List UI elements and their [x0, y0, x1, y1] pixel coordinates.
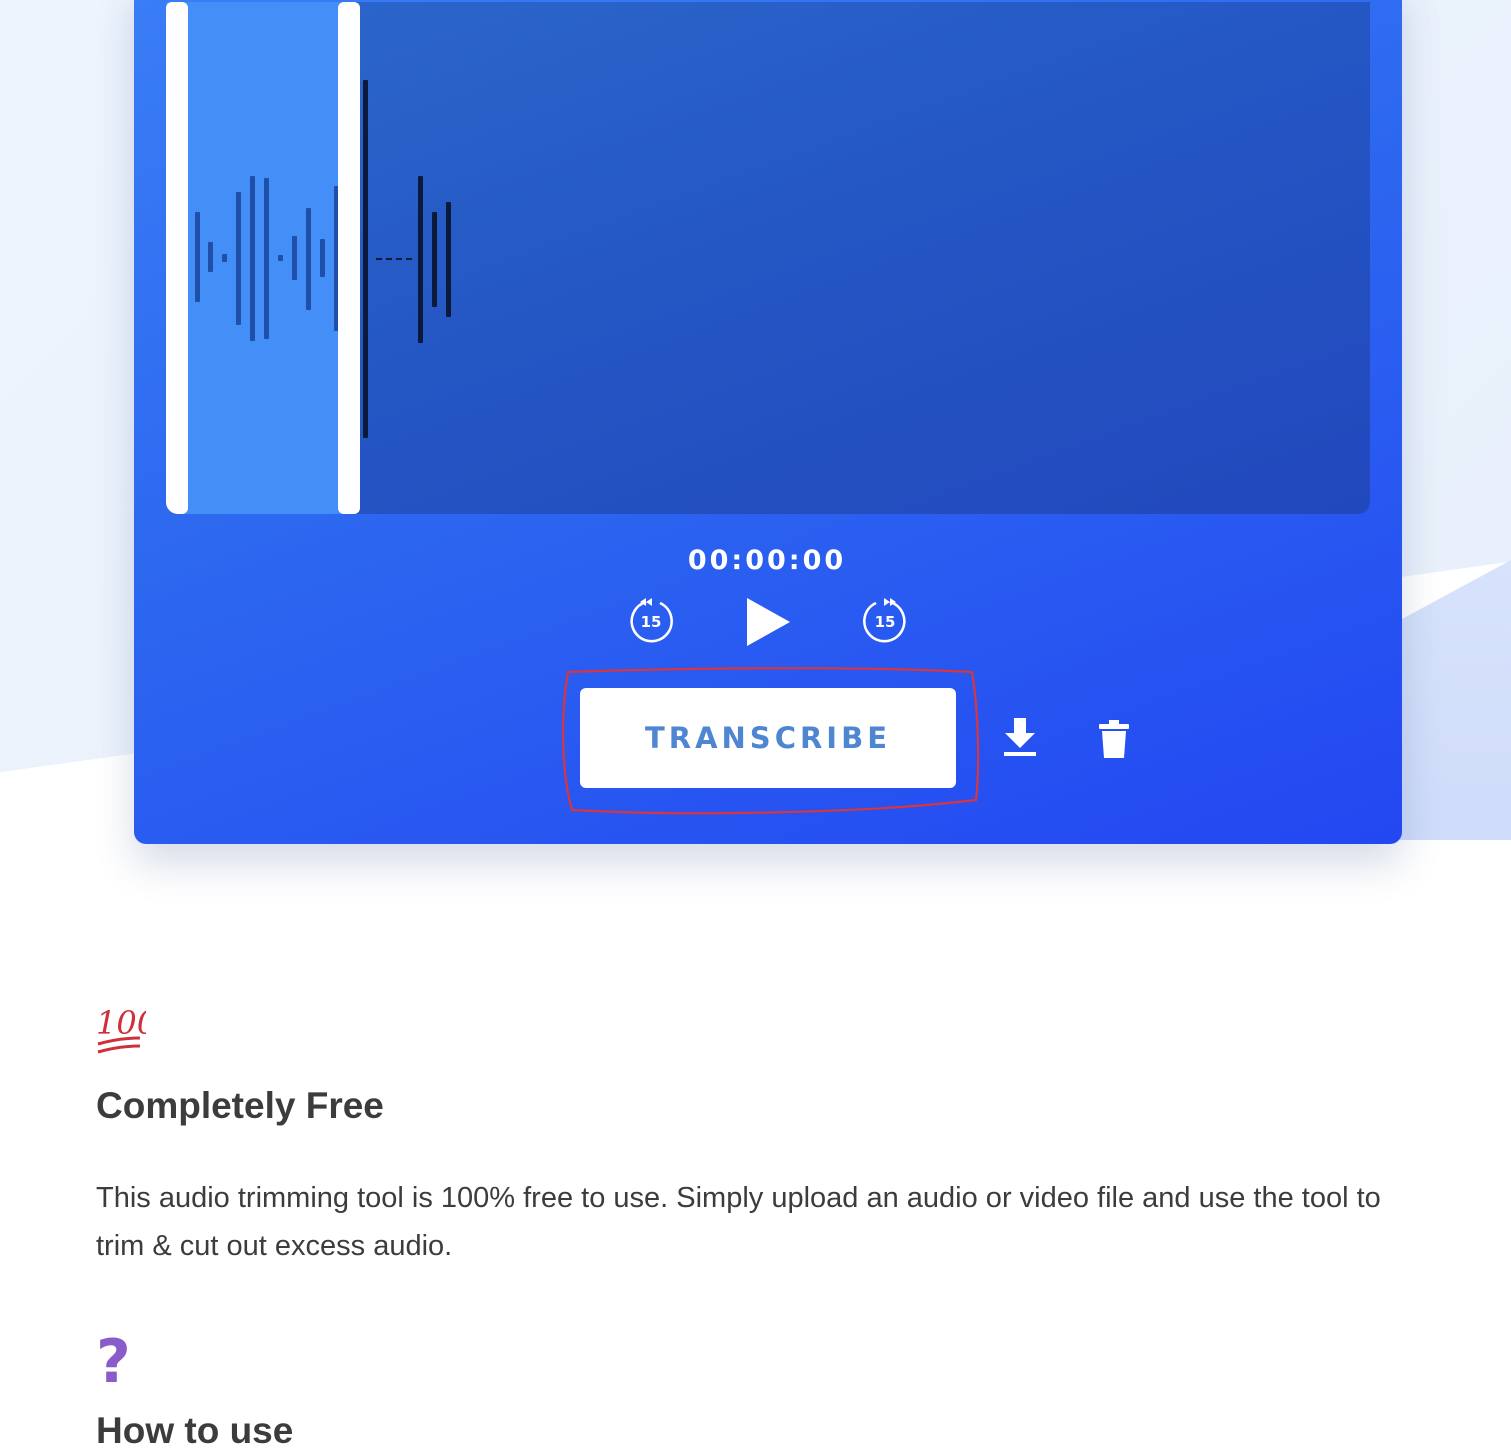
svg-text:100: 100	[96, 1004, 146, 1042]
rewind-15-button[interactable]: 15	[624, 594, 678, 648]
waveform-silence	[376, 258, 412, 260]
waveform-panel[interactable]	[166, 2, 1370, 514]
waveform-bar	[195, 212, 200, 302]
waveform-bar	[418, 176, 423, 343]
trim-end-handle[interactable]	[338, 2, 360, 514]
hundred-points-icon: 100	[96, 1004, 146, 1054]
delete-button[interactable]	[1098, 718, 1130, 760]
waveform-bar	[292, 236, 297, 280]
waveform-bar	[306, 208, 311, 310]
waveform-bar	[208, 242, 213, 272]
download-button[interactable]	[1002, 716, 1038, 760]
trash-icon	[1099, 720, 1129, 758]
waveform-bar	[320, 239, 325, 277]
waveform-bar	[446, 202, 451, 317]
play-icon	[747, 598, 790, 646]
waveform-bar	[236, 192, 241, 325]
question-mark-icon: ?	[96, 1330, 131, 1386]
waveform-bar	[432, 212, 437, 307]
feature-title: How to use	[96, 1410, 294, 1451]
transcribe-button[interactable]: TRANSCRIBE	[580, 688, 956, 788]
play-button[interactable]	[742, 596, 794, 648]
forward-icon: 15	[863, 598, 906, 643]
feature-title: Completely Free	[96, 1085, 384, 1126]
rewind-seconds: 15	[641, 613, 662, 631]
rewind-icon: 15	[630, 598, 673, 643]
waveform-bar	[363, 80, 368, 438]
waveform-bar	[222, 254, 227, 262]
trim-start-handle[interactable]	[166, 2, 188, 514]
playback-time: 00:00:00	[687, 545, 847, 576]
feature-description: This audio trimming tool is 100% free to…	[96, 1182, 1381, 1262]
forward-seconds: 15	[875, 613, 896, 631]
waveform-bar	[250, 176, 255, 341]
waveform-bar	[264, 178, 269, 339]
forward-15-button[interactable]: 15	[858, 594, 912, 648]
download-icon	[1004, 718, 1036, 756]
waveform-bar	[278, 255, 283, 261]
svg-text:?: ?	[96, 1330, 131, 1386]
